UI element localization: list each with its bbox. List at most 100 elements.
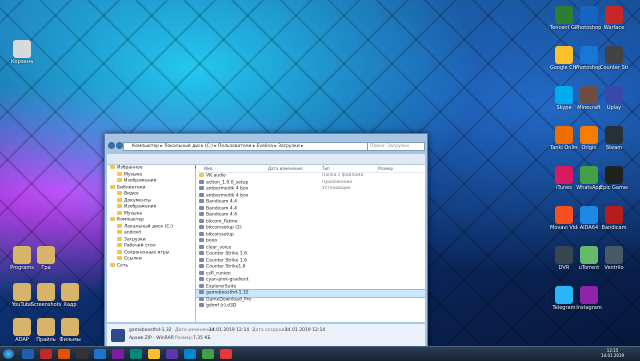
nav-item-label: Сеть — [117, 263, 129, 268]
taskbar-app-icon[interactable] — [202, 349, 214, 359]
desktop-icon-label: Корзина — [10, 59, 34, 65]
file-icon — [199, 199, 204, 203]
column-header-cell[interactable]: Размер — [378, 165, 393, 172]
app-icon — [555, 246, 573, 264]
desktop-icon[interactable]: Корзина — [4, 40, 40, 65]
folder-icon — [117, 256, 122, 260]
desktop-icon[interactable]: Skype — [550, 86, 578, 111]
forward-button[interactable] — [116, 142, 123, 149]
folder-icon — [117, 171, 122, 176]
desktop-icon[interactable]: Tencent Gami... — [550, 6, 578, 31]
desktop-icon[interactable]: Хадр — [52, 283, 88, 308]
desktop-icon[interactable]: Bandicam — [600, 206, 628, 231]
file-icon — [199, 173, 204, 177]
desktop-icon[interactable]: Epic Games — [600, 166, 628, 191]
taskbar-app-icon[interactable] — [220, 349, 232, 359]
file-icon — [199, 244, 204, 249]
taskbar-app-icon[interactable] — [94, 349, 106, 359]
file-icon — [199, 231, 204, 236]
desktop-icon[interactable]: iTunes — [550, 166, 578, 191]
desktop-icon-label: Google Chrome — [550, 65, 578, 71]
app-icon — [580, 6, 598, 24]
navigation-pane[interactable]: Избранное Музыка Изображения Библиотеки Виде… — [107, 165, 195, 322]
desktop-icon[interactable]: Фильмы — [52, 318, 88, 343]
search-input[interactable]: Поиск: Загрузки — [367, 142, 425, 151]
taskbar-app-icon[interactable] — [184, 349, 196, 359]
file-icon — [199, 212, 204, 216]
app-icon — [580, 246, 598, 264]
taskbar-app-icon[interactable] — [148, 349, 160, 359]
desktop-icon[interactable]: Telegram — [550, 286, 578, 311]
taskbar: 12:15 14.01.2019 — [0, 346, 640, 361]
system-clock[interactable]: 12:15 14.01.2019 — [601, 348, 624, 358]
desktop-icon[interactable]: Counter Strike Global Offen... — [600, 46, 628, 71]
column-header[interactable]: Имя Дата изменения Тип Размер — [196, 165, 425, 173]
taskbar-app-icon[interactable] — [58, 349, 70, 359]
desktop-icon[interactable]: Warface — [600, 6, 628, 31]
desktop-icon[interactable]: Tanki Online — [550, 126, 578, 151]
details-created: 14.01.2019 12:14 — [285, 328, 326, 333]
desktop-icon[interactable]: WhatsApp — [575, 166, 603, 191]
address-bar[interactable]: Компьютер ▸ Локальный диск (C:) ▸ Пользо… — [123, 142, 373, 151]
desktop-icon[interactable]: Гра — [28, 246, 64, 271]
taskbar-app-icon[interactable] — [40, 349, 52, 359]
desktop-icon-label: Uplay — [606, 105, 622, 111]
file-name: ambermedik 4 box — [206, 193, 249, 198]
desktop-icon[interactable]: Ventrilo — [600, 246, 628, 271]
desktop-icon[interactable]: Steam — [600, 126, 628, 151]
desktop-icon[interactable]: DVR — [550, 246, 578, 271]
file-name: bitcoinsetup — [206, 232, 234, 237]
file-name: action_1.0.0_setup — [206, 180, 249, 185]
desktop-icon[interactable]: Photoshop CS6 x64 — [575, 6, 603, 31]
desktop-icon[interactable]: Uplay — [600, 86, 628, 111]
column-header-cell[interactable]: Имя — [204, 165, 212, 172]
file-list[interactable]: Имя Дата изменения Тип Размер VK.audio Папка… — [195, 165, 426, 322]
desktop-icon[interactable]: Photoshop CS6 — [575, 46, 603, 71]
file-icon — [199, 296, 204, 301]
app-icon — [555, 6, 573, 24]
toolbar: Упорядочить ▾ОткрытьОбщий доступ ▾Записа… — [107, 154, 425, 171]
folder-icon — [37, 246, 55, 264]
taskbar-app-icon[interactable] — [112, 349, 124, 359]
desktop-icon-label: Movavi Video Editor 14 Plus — [550, 225, 578, 231]
app-icon — [580, 86, 598, 104]
file-name: Bandicam 4.4 — [206, 206, 238, 211]
desktop-icon-label: Photoshop CS6 x64 — [575, 25, 603, 31]
start-button[interactable] — [3, 349, 14, 359]
file-icon — [199, 205, 204, 210]
desktop-icon[interactable]: uTorrent — [575, 246, 603, 271]
file-name: cyan-pink-gradient — [206, 277, 249, 283]
details-type: Архив ZIP - WinRAR — [129, 336, 174, 341]
desktop-icon[interactable]: Movavi Video Editor 14 Plus — [550, 206, 578, 231]
file-row[interactable]: gdimf (r).d3D — [196, 303, 425, 310]
file-icon — [199, 290, 204, 294]
nav-item[interactable]: Сеть — [107, 262, 195, 270]
desktop-icon[interactable]: AIDA64 — [575, 206, 603, 231]
taskbar-app-icon[interactable] — [76, 349, 88, 359]
folder-icon — [117, 210, 122, 215]
app-icon — [555, 46, 573, 64]
app-icon — [580, 166, 598, 184]
taskbar-app-icon[interactable] — [130, 349, 142, 359]
explorer-window[interactable]: Компьютер ▸ Локальный диск (C:) ▸ Пользо… — [104, 133, 428, 350]
file-name: csR_runion — [206, 271, 231, 276]
desktop-icon-label: Photoshop CS6 — [575, 65, 603, 71]
app-icon — [580, 46, 598, 64]
taskbar-app-icon[interactable] — [22, 349, 34, 359]
desktop-icon[interactable]: Minecraft — [575, 86, 603, 111]
nav-item-label: Библиотеки — [117, 185, 146, 190]
app-icon — [555, 206, 573, 224]
column-header-cell[interactable]: Тип — [322, 165, 330, 172]
file-icon — [199, 238, 204, 242]
desktop-icon-label: uTorrent — [578, 265, 600, 271]
folder-icon — [61, 283, 79, 301]
file-icon — [199, 179, 204, 184]
column-header-cell[interactable]: Дата изменения — [268, 165, 303, 172]
taskbar-app-icon[interactable] — [166, 349, 178, 359]
back-button[interactable] — [108, 142, 115, 149]
desktop-icon[interactable]: Origin — [575, 126, 603, 151]
folder-icon — [117, 197, 122, 202]
desktop-icon[interactable]: Instagram — [575, 286, 603, 311]
desktop-icon[interactable]: Google Chrome — [550, 46, 578, 71]
app-icon — [555, 166, 573, 184]
